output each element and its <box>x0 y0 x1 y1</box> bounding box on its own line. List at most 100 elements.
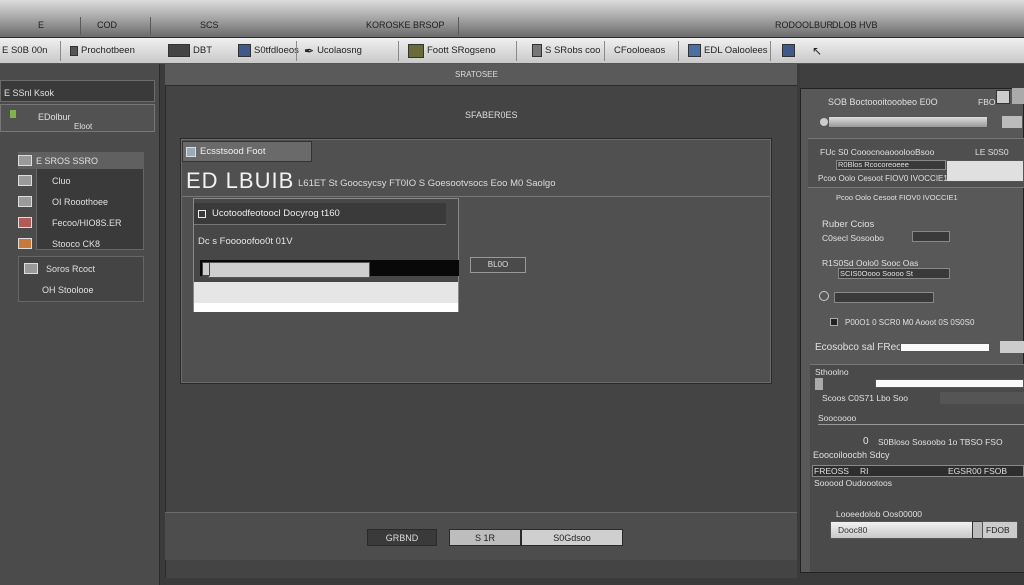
slider-thumb-icon[interactable] <box>815 378 823 390</box>
prop-field-4[interactable] <box>912 231 950 242</box>
square-icon <box>198 209 206 218</box>
center-caption: SFABER0ES <box>465 110 518 120</box>
monitor-icon <box>782 44 795 57</box>
scroll-handle[interactable] <box>1012 88 1024 104</box>
eco-arrow-icon[interactable] <box>1000 341 1024 353</box>
prop-value-1: LE S0S0 <box>975 147 1009 157</box>
toolbar-label: S SRobs coo <box>545 45 601 56</box>
layer-thumb-icon <box>18 175 32 186</box>
layer-item-7[interactable]: OH Stoolooe <box>24 281 94 298</box>
dialog-tab[interactable]: Ecsstsood Foot <box>182 141 312 162</box>
right-button[interactable]: S0Gdsoo <box>521 529 623 546</box>
footer-button-label: FDOB <box>986 525 1010 535</box>
toolbar-button-2[interactable]: Prochotbeen <box>70 42 135 59</box>
toolbar-button-3[interactable]: DBT <box>168 42 212 59</box>
toolbar-label: Foott SRogseno <box>427 45 496 56</box>
left-panel-sub1: EDolbur <box>38 111 71 122</box>
layer-item-5[interactable]: Stooco CK8 <box>18 235 100 252</box>
close-icon[interactable] <box>996 90 1010 104</box>
prop-field-2b[interactable] <box>946 160 1024 182</box>
checkbox-icon[interactable] <box>830 318 838 326</box>
prop-field-6[interactable] <box>834 292 934 303</box>
small-button-label: BL0O <box>487 260 509 269</box>
pen-icon: ✒ <box>304 43 315 58</box>
menu-separator <box>458 17 459 35</box>
layer-item-2[interactable]: Cluo <box>18 172 71 189</box>
toolbar-button-1[interactable]: E S0B 00n <box>2 42 47 59</box>
layer-item-6[interactable]: Soros Rcoct <box>24 260 95 277</box>
prop-label-13: FREOSS <box>814 466 849 476</box>
toolbar-button-4[interactable]: S0tfdloeos <box>238 42 299 59</box>
toggle-icon[interactable] <box>819 291 829 301</box>
prop-value-13: RI <box>860 466 869 476</box>
toolbar-label: CFooloeaos <box>614 45 666 56</box>
subpanel-header: Ucotoodfeotoocl Docyrog t160 <box>194 203 446 225</box>
document-icon <box>70 45 78 56</box>
layer-item-4[interactable]: Fecoo/HIO8S.ER <box>18 214 122 231</box>
prop-label-11: S0Bloso Sosoobo 1o TBSO FSO <box>878 437 1003 447</box>
prop-label-8: Sthoolno <box>815 367 849 377</box>
toolbar-button-8[interactable]: CFooloeaos <box>614 42 665 59</box>
toolbar-label: E S0B 00n <box>2 45 48 56</box>
toolbar-button-5[interactable]: ✒ Ucolaosng <box>304 42 362 59</box>
menu-separator <box>80 17 81 35</box>
toolbar-button-6[interactable]: Foott SRogseno <box>408 42 496 59</box>
prop-label-4: C0secl Sosoobo <box>822 233 884 243</box>
lock-icon <box>202 262 210 276</box>
toolbar-separator <box>398 41 399 61</box>
toolbar-button-11[interactable]: ↖ <box>812 42 822 59</box>
layer-item-3[interactable]: OI Rooothoee <box>18 193 108 210</box>
toolbar-label: S0tfdloeos <box>254 45 299 56</box>
left-button[interactable]: GRBND <box>367 529 437 546</box>
middle-button-label: S 1R <box>474 533 495 543</box>
preview-band <box>194 303 458 312</box>
right-panel-title: SOB Boctoooitooobeo E0O <box>828 97 938 107</box>
toolbar-button-9[interactable]: EDL Oaloolees <box>688 42 768 59</box>
menu-item-1[interactable]: E <box>38 20 44 34</box>
prop-label-3b: Pcoo Oolo Cesoot FIOV0 IVOCCIE1 <box>836 193 958 202</box>
layer-label: Cluo <box>52 175 71 186</box>
radio-icon[interactable] <box>820 118 828 126</box>
toolbar-separator <box>516 41 517 61</box>
toolbar-separator <box>60 41 61 61</box>
menu-item-6[interactable]: DLOB HVB <box>832 20 878 34</box>
top-slider[interactable] <box>828 116 988 128</box>
small-button[interactable]: BL0O <box>470 257 526 273</box>
toolbar-button-10[interactable] <box>782 42 795 59</box>
layer-thumb-icon <box>24 263 38 274</box>
layer-label: Fecoo/HIO8S.ER <box>52 217 122 228</box>
frame-icon <box>168 44 190 57</box>
divider <box>818 424 1024 425</box>
status-dot-icon <box>10 110 16 118</box>
menu-item-5[interactable]: RODOOLBUR <box>775 20 833 34</box>
prop-label-9: Scoos C0S71 Lbo Soo <box>822 393 909 403</box>
section-ruber: Ruber Ccios <box>822 219 875 230</box>
footer-field-label: Dooc80 <box>838 525 868 535</box>
slider-end-icon[interactable] <box>1002 116 1022 128</box>
toolbar-button-7[interactable]: S SRobs coo <box>532 42 600 59</box>
middle-button[interactable]: S 1R <box>449 529 521 546</box>
prop-field-8[interactable] <box>875 379 1024 388</box>
layers-icon <box>238 44 251 57</box>
text-field[interactable] <box>208 262 370 278</box>
right-button-label: S0Gdsoo <box>553 533 591 543</box>
toolbar-label: Ucolaosng <box>317 45 362 56</box>
layer-label: Soros Rcoct <box>46 263 96 274</box>
grid-icon <box>532 44 542 57</box>
menu-separator <box>150 17 151 35</box>
layer-item-1[interactable]: E SROS SSRO <box>18 152 144 169</box>
toolbar-label: Prochotbeen <box>81 45 135 56</box>
prop-value-13b: EGSR00 FSOB <box>948 466 1008 476</box>
left-panel-sub2: Eloot <box>74 122 93 131</box>
layer-thumb-icon <box>18 155 32 166</box>
menu-item-4[interactable]: KOROSKE BRSOP <box>366 20 445 34</box>
toolbar <box>0 38 1024 64</box>
image-icon <box>408 43 424 58</box>
prop-label-5: R1S0Sd Oolo0 Sooc Oas <box>822 258 919 268</box>
prop-field-9[interactable] <box>940 392 1024 404</box>
eco-field[interactable] <box>900 343 990 352</box>
menu-item-2[interactable]: COD <box>97 20 117 34</box>
toolbar-label: EDL Oaloolees <box>704 45 768 56</box>
menu-item-3[interactable]: SCS <box>200 20 219 34</box>
prop-label-6: SCIS0Oooo Soooo St <box>840 269 913 278</box>
